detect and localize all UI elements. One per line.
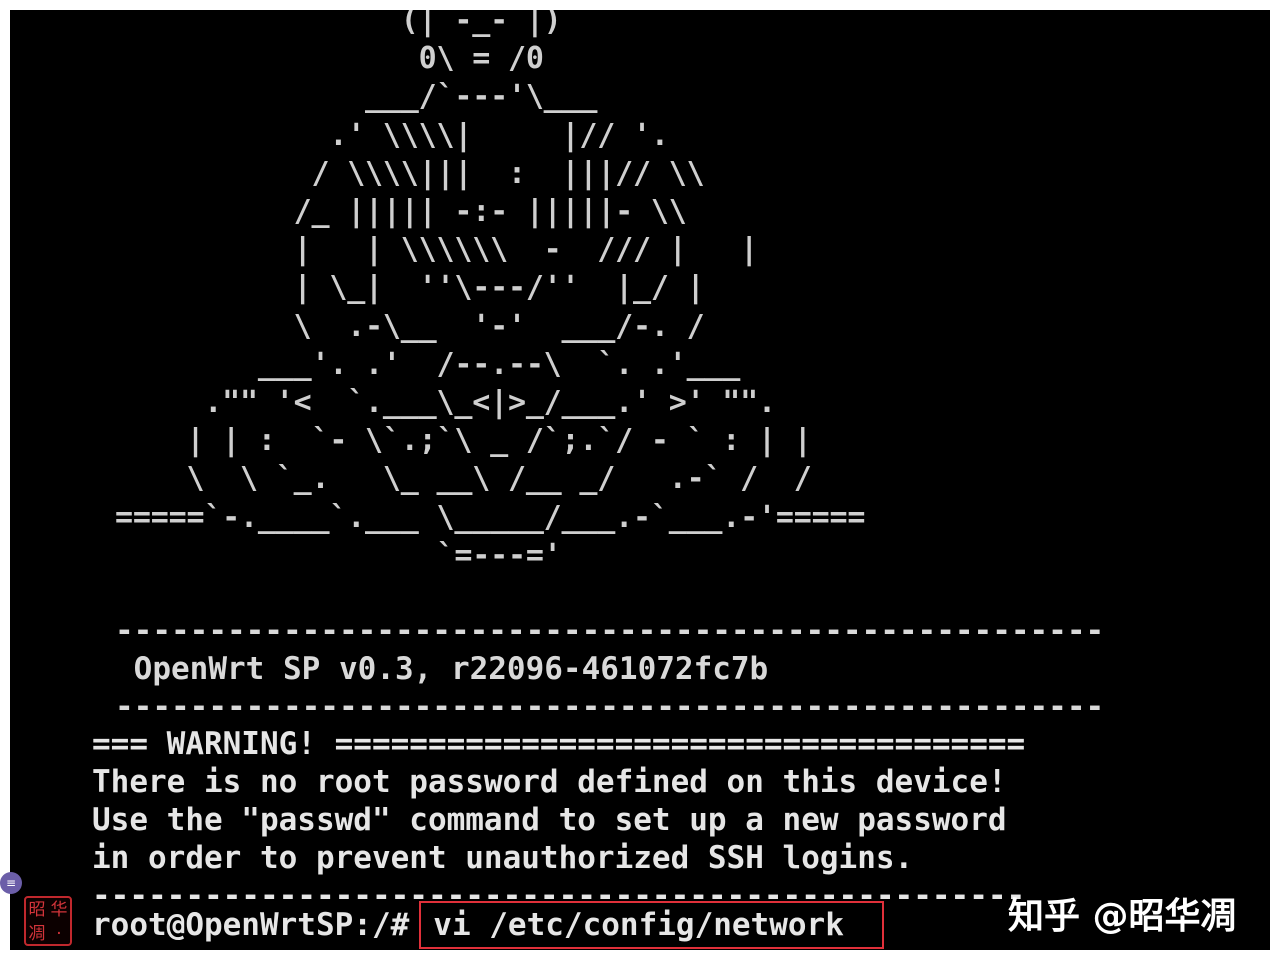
zhihu-watermark: 知乎 @昭华凋 — [1008, 896, 1237, 937]
command-input-highlight[interactable]: vi /etc/config/network — [419, 901, 884, 949]
banner-separator-bottom: ----------------------------------------… — [115, 689, 1105, 725]
openwrt-banner: ----------------------------------------… — [115, 612, 1104, 726]
seal-char-2: 华 — [50, 900, 68, 920]
menu-badge-icon[interactable]: ≡ — [0, 872, 22, 894]
shell-prompt-line[interactable]: root@OpenWrtSP:/# vi /etc/config/network — [92, 901, 884, 949]
password-warning: === WARNING! ===========================… — [92, 725, 1025, 915]
seal-char-1: 昭 — [28, 900, 46, 920]
warning-header: === WARNING! ===========================… — [92, 726, 1026, 762]
seal-char-4: · — [56, 924, 62, 944]
shell-prompt: root@OpenWrtSP:/# — [92, 907, 410, 943]
warning-line-1: There is no root password defined on thi… — [92, 764, 1007, 800]
warning-line-3: in order to prevent unauthorized SSH log… — [92, 840, 914, 876]
warning-line-2: Use the "passwd" command to set up a new… — [92, 802, 1007, 838]
seal-stamp-logo: 昭 华 凋 · — [24, 896, 72, 946]
banner-separator-top: ----------------------------------------… — [115, 613, 1105, 649]
terminal-screen[interactable]: (| -_- |) 0\ = /0 ___/`---'\___ .' \\\\|… — [10, 10, 1270, 950]
seal-char-3: 凋 — [28, 924, 46, 944]
banner-version: OpenWrt SP v0.3, r22096-461072fc7b — [115, 651, 769, 687]
ascii-art-buddha: (| -_- |) 0\ = /0 ___/`---'\___ .' \\\\|… — [115, 10, 866, 573]
command-text[interactable]: vi /etc/config/network — [433, 905, 844, 945]
